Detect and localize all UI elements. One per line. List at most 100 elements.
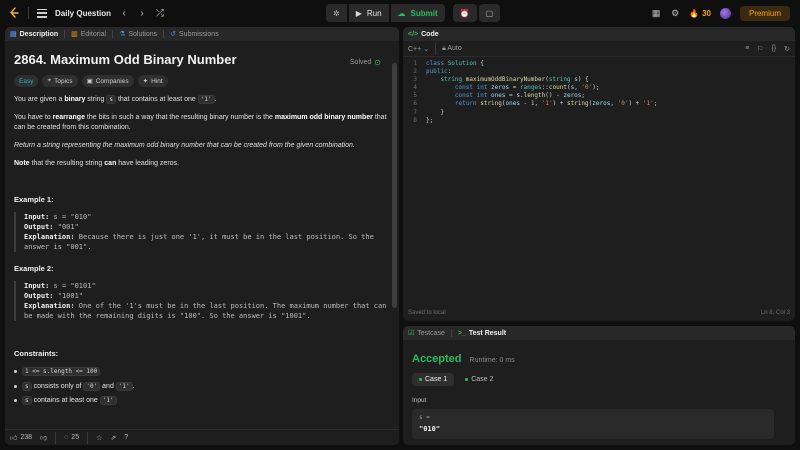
bullet <box>14 399 17 402</box>
example-explanation: Because there is just one '1', it must b… <box>24 233 374 251</box>
difficulty-badge: Easy <box>14 75 39 87</box>
comments-button[interactable]: ◌ 25 <box>64 434 79 441</box>
problem-list-title[interactable]: Daily Question <box>55 9 111 18</box>
share-button[interactable]: ⇗ <box>110 434 116 442</box>
code-line: 7 } <box>403 109 795 117</box>
line-number: 5 <box>413 92 417 100</box>
tab-test-result[interactable]: >_ Test Result <box>458 330 506 337</box>
description-paragraph: Return a string representing the maximum… <box>14 141 390 151</box>
braces-icon[interactable]: {} <box>771 45 776 53</box>
tab-submissions[interactable]: ↺ Submissions <box>170 30 219 39</box>
submit-button[interactable]: ☁ Submit <box>390 4 445 22</box>
next-question-icon[interactable]: › <box>137 8 147 19</box>
play-icon: ▶ <box>355 8 362 18</box>
language-select[interactable]: C++ ⌄ <box>408 45 429 53</box>
bookmark-icon[interactable]: ⚐ <box>757 45 763 53</box>
difficulty-label: Easy <box>19 77 34 85</box>
shuffle-icon[interactable]: ⤮ <box>155 8 165 19</box>
language-label: C++ <box>408 45 422 53</box>
example-input: s = "010" <box>49 213 92 221</box>
inline-code: 1 <= s.length <= 100 <box>22 367 101 376</box>
bullet <box>14 370 17 373</box>
tab-editorial[interactable]: ▥ Editorial <box>71 30 106 39</box>
tag-icon: ⌖ <box>47 77 52 84</box>
divider <box>55 431 57 444</box>
top-bar: Daily Question ‹ › ⤮ ✲ ▶ Run ☁ Submit ⏰ … <box>0 0 800 26</box>
leetcode-logo-icon[interactable] <box>8 7 20 19</box>
input-label: Input: <box>24 213 50 221</box>
previous-question-icon[interactable]: ‹ <box>119 8 129 19</box>
tab-testcase[interactable]: ☑ Testcase <box>408 329 445 338</box>
hint-tag[interactable]: ✦ Hint <box>137 75 168 87</box>
code-line: 5 const int ones = s.length() - zeros; <box>403 92 795 100</box>
text: consists only of <box>31 383 84 390</box>
bold-text: can <box>104 160 117 167</box>
code-line: 4 const int zeros = ranges::count(s, '0'… <box>403 84 795 92</box>
daily-streak-counter[interactable]: 🔥 30 <box>689 9 711 18</box>
premium-button[interactable]: Premium <box>739 5 790 21</box>
tab-test-result-label: Test Result <box>468 329 507 337</box>
text: that the resulting string <box>29 160 105 167</box>
vertical-scrollbar[interactable] <box>392 63 397 308</box>
debug-button[interactable]: ✲ <box>326 4 347 22</box>
auto-mode-toggle[interactable]: 🔒︎ Auto <box>442 45 462 53</box>
cloud-upload-icon: ☁ <box>397 8 406 18</box>
terminal-icon: >_ <box>457 329 466 337</box>
code-editor[interactable]: 1 class Solution { 2 public: 3 string maxi… <box>403 57 795 125</box>
inline-code: '0' <box>83 382 101 391</box>
format-code-icon[interactable]: ≡ <box>745 45 749 53</box>
bullet <box>14 385 17 388</box>
example-input: s = "0101" <box>49 282 96 290</box>
user-avatar[interactable] <box>719 7 731 19</box>
share-icon: ⇗ <box>110 434 117 442</box>
bold-text: rearrange <box>52 114 85 121</box>
input-key: s = <box>419 414 430 421</box>
layout-grid-icon[interactable]: ▦ <box>651 8 661 18</box>
problem-list-icon[interactable] <box>37 8 47 18</box>
tab-testcase-label: Testcase <box>417 329 445 337</box>
tab-divider <box>450 329 452 337</box>
topics-tag[interactable]: ⌖ Topics <box>42 75 78 87</box>
divider <box>87 431 89 444</box>
reset-icon[interactable]: ↻ <box>784 45 790 53</box>
case-tab-2[interactable]: Case 2 <box>458 373 500 386</box>
lock-icon: ▣ <box>86 78 93 85</box>
notes-button[interactable]: ▢ <box>478 4 501 22</box>
fire-icon: 🔥 <box>689 8 700 18</box>
solved-status: Solved ⊙ <box>350 58 381 67</box>
constraint-item: 1 <= s.length <= 100 <box>14 367 390 376</box>
code-line: 8}; <box>403 117 795 125</box>
dislike-button[interactable]: 👎︎ <box>40 433 47 442</box>
example-output: "001" <box>53 223 79 231</box>
text: and <box>100 383 116 390</box>
tab-code[interactable]: </> Code <box>408 31 439 38</box>
bold-text: maximum odd binary number <box>274 114 373 121</box>
solved-label: Solved <box>349 59 372 66</box>
companies-tag[interactable]: ▣ Companies <box>81 75 134 87</box>
example-explanation: One of the '1's must be in the last posi… <box>24 302 387 320</box>
alarm-clock-icon: ⏰ <box>459 8 470 18</box>
tab-description[interactable]: ▤ Description <box>10 30 58 39</box>
favorite-button[interactable]: ☆ <box>96 434 102 442</box>
case-tab-1[interactable]: Case 1 <box>412 373 455 386</box>
timer-button[interactable]: ⏰ <box>452 4 477 22</box>
bold-text: Note <box>14 160 30 167</box>
problem-title[interactable]: 2864. Maximum Odd Binary Number <box>14 52 390 67</box>
inline-code: '1' <box>99 396 117 405</box>
companies-label: Companies <box>95 77 129 85</box>
result-body: Accepted Runtime: 0 ms Case 1 Case 2 Inp… <box>403 340 795 445</box>
settings-gear-icon[interactable]: ⚙ <box>670 8 680 18</box>
description-paragraph: Note that the resulting string can have … <box>14 159 390 169</box>
run-button[interactable]: ▶ Run <box>348 4 389 22</box>
like-button[interactable]: 👍︎ 238 <box>10 433 32 442</box>
code-line: 2 public: <box>403 68 795 76</box>
hint-label: Hint <box>151 77 163 85</box>
tab-solutions[interactable]: ⚗ Solutions <box>119 30 157 39</box>
tab-divider <box>163 30 165 38</box>
help-button[interactable]: ? <box>124 434 128 441</box>
input-label: Input <box>412 397 427 404</box>
text: You have to <box>14 114 53 121</box>
divider <box>435 42 437 55</box>
test-result-panel: ☑ Testcase >_ Test Result Accepted Runti… <box>403 326 795 445</box>
example-title: Example 1: <box>14 195 54 204</box>
